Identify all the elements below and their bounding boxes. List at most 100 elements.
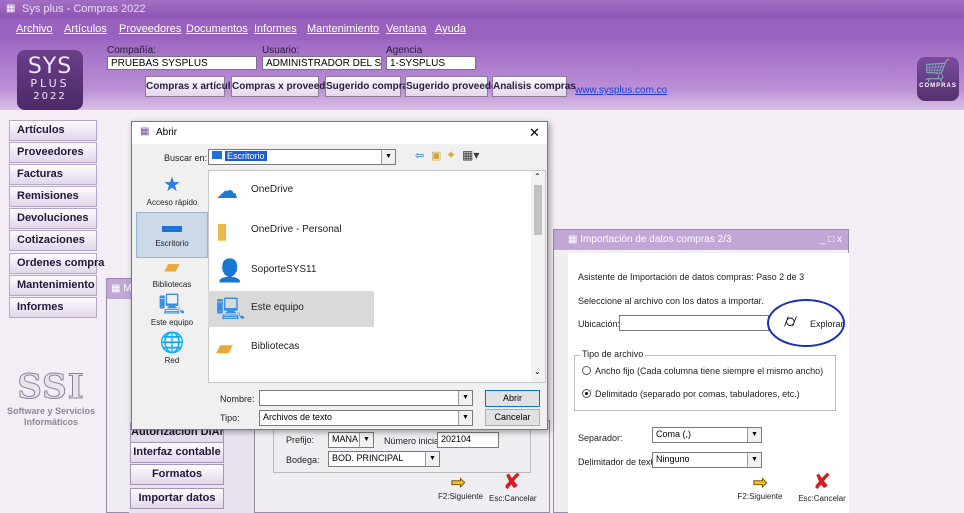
back-arrow-icon[interactable]: ⇦ xyxy=(415,149,424,162)
sidebar-item-mantenimiento[interactable]: Mantenimiento xyxy=(9,275,97,296)
company-field[interactable]: PRUEBAS SYSPLUS xyxy=(107,56,257,70)
menu-ayuda[interactable]: Ayuda xyxy=(435,23,466,35)
delimited-radio[interactable] xyxy=(582,389,591,398)
user-field[interactable]: ADMINISTRADOR DEL SISTEM. xyxy=(262,56,382,70)
agency-field[interactable]: 1-SYSPLUS xyxy=(386,56,476,70)
filename-label: Nombre: xyxy=(220,394,255,404)
menu-ventana[interactable]: Ventana xyxy=(386,23,426,35)
sidebar-item-informes[interactable]: Informes xyxy=(9,297,97,318)
text-delimiter-select[interactable]: Ninguno ▼ xyxy=(652,452,762,468)
website-link[interactable]: www.sysplus.com.co xyxy=(575,85,667,96)
cloud-icon: ☁ xyxy=(216,178,238,203)
menu-proveedores[interactable]: Proveedores xyxy=(119,23,181,35)
menu-informes[interactable]: Informes xyxy=(254,23,297,35)
place-network[interactable]: 🌐 Red xyxy=(136,330,208,376)
warehouse-label: Bodega: xyxy=(286,455,320,465)
filetype-select[interactable]: Archivos de texto ▼ xyxy=(259,410,473,426)
warehouse-select[interactable]: BOD. PRINCIPAL ▼ xyxy=(328,451,440,467)
compras-module-icon[interactable]: 🛒 COMPRAS xyxy=(917,57,959,101)
sidebar-item-devoluciones[interactable]: Devoluciones xyxy=(9,208,97,229)
menu-archivo[interactable]: Archivo xyxy=(16,23,53,35)
new-folder-icon[interactable]: ✦ xyxy=(446,148,456,162)
sugerido-proveedor-button[interactable]: Sugerido proveedor xyxy=(405,76,501,97)
filetype-label: Tipo: xyxy=(220,413,240,423)
app-icon: ▦ xyxy=(6,3,16,14)
filename-field[interactable]: ▼ xyxy=(259,390,473,406)
fixed-width-radio[interactable] xyxy=(582,366,591,375)
sidebar-item-remisiones[interactable]: Remisiones xyxy=(9,186,97,207)
importar-datos-button[interactable]: Importar datos xyxy=(130,488,224,509)
view-menu-icon[interactable]: ▦▾ xyxy=(462,148,479,162)
place-label: Bibliotecas xyxy=(152,280,192,289)
file-item-this-pc[interactable]: 🖳 Este equipo xyxy=(208,291,374,327)
prefix-select[interactable]: MANA ▼ xyxy=(328,432,374,448)
compras-module-label: COMPRAS xyxy=(919,83,957,90)
compras-x-proveedor-button[interactable]: Compras x proveedor xyxy=(231,76,335,97)
filetype-value: Archivos de texto xyxy=(263,412,333,422)
file-item-onedrive[interactable]: ☁ OneDrive xyxy=(208,173,374,209)
menu-mantenimiento[interactable]: Mantenimiento xyxy=(307,23,379,35)
ssi-tagline-1: Software y Servicios xyxy=(6,406,96,417)
library-folder-icon: ▰ xyxy=(216,335,233,360)
sidebar-item-articulos[interactable]: Artículos xyxy=(9,120,97,141)
app-icon: ▦ xyxy=(140,126,150,137)
initial-number-field[interactable]: 202104 xyxy=(437,432,499,448)
delimited-label: Delimitado (separado por comas, tabulado… xyxy=(595,389,800,399)
close-icon[interactable]: ✕ xyxy=(529,125,540,141)
radio-selected-dot xyxy=(585,392,588,395)
import-wizard-titlebar: ▦ Importación de datos compras 2/3 _ □ x xyxy=(554,230,848,250)
formatos-button[interactable]: Formatos xyxy=(130,464,224,485)
open-button[interactable]: Abrir xyxy=(485,390,540,407)
sidebar-item-cotizaciones[interactable]: Cotizaciones xyxy=(9,230,97,251)
menu-documentos[interactable]: Documentos xyxy=(186,23,248,35)
logo-line2: PLUS xyxy=(30,77,70,90)
cancel-x-icon: ✘ xyxy=(502,470,522,495)
ssi-tagline-2: Informáticos xyxy=(23,416,78,427)
sysplus-logo: SYS PLUS 2022 xyxy=(17,50,83,110)
arrow-right-icon: ➡ xyxy=(450,473,466,492)
prefix-value: MANA xyxy=(332,434,359,444)
lookin-select[interactable]: Escritorio ▼ xyxy=(208,149,396,165)
wizard-cancel-button[interactable]: ✘ Esc:Cancelar xyxy=(797,472,847,511)
wizard-next-button[interactable]: ➡ F2:Siguiente xyxy=(737,474,783,511)
file-item-label: OneDrive - Personal xyxy=(251,224,342,235)
chevron-down-icon: ⌄ xyxy=(534,367,541,376)
agency-label: Agencia xyxy=(386,45,423,56)
desktop-icon xyxy=(212,151,222,159)
sidebar-item-facturas[interactable]: Facturas xyxy=(9,164,97,185)
compras-x-articulo-button[interactable]: Compras x artículo xyxy=(145,76,237,97)
file-item-soportesys11[interactable]: 👤 SoporteSYS11 xyxy=(208,253,374,289)
file-type-legend: Tipo de archivo xyxy=(580,349,646,359)
analisis-compras-button[interactable]: Analisis compras xyxy=(492,76,576,97)
chevron-down-icon: ▼ xyxy=(359,433,373,447)
initial-number-label: Número inicial: xyxy=(384,436,444,446)
place-desktop[interactable]: ▬ Escritorio xyxy=(136,212,208,258)
separator-select[interactable]: Coma (,) ▼ xyxy=(652,427,762,443)
menu-articulos[interactable]: Artículos xyxy=(64,23,107,35)
file-item-libraries[interactable]: ▰ Bibliotecas xyxy=(208,330,374,366)
place-label: Escritorio xyxy=(155,239,189,248)
interfaz-contable-button[interactable]: Interfaz contable xyxy=(130,442,224,463)
sidebar-item-proveedores[interactable]: Proveedores xyxy=(9,142,97,163)
dialog-cancel-button[interactable]: Cancelar xyxy=(485,409,540,426)
explore-button[interactable]: ⌭ Explorar xyxy=(781,311,844,335)
dialog-title: Abrir xyxy=(156,127,178,138)
up-folder-icon[interactable]: ▣ xyxy=(431,149,441,162)
scrollbar-thumb[interactable] xyxy=(534,185,542,235)
sidebar-item-ordenes-compra[interactable]: Ordenes compra xyxy=(9,253,104,274)
file-item-onedrive-personal[interactable]: ▮ OneDrive - Personal xyxy=(208,213,374,249)
scrollbar[interactable]: ⌃ ⌄ xyxy=(531,171,545,382)
warehouse-value: BOD. PRINCIPAL xyxy=(332,453,404,463)
menu-bar: Archivo Artículos Proveedores Documentos… xyxy=(0,18,964,40)
logo-line1: SYS xyxy=(27,54,73,79)
location-field[interactable] xyxy=(619,315,769,331)
user-folder-icon: 👤 xyxy=(216,258,244,283)
sugerido-compras-button[interactable]: Sugerido compras xyxy=(325,76,414,97)
window-icon: ▦ xyxy=(568,234,581,245)
file-item-label: Bibliotecas xyxy=(251,341,300,352)
cancel-button[interactable]: ✘ Esc:Cancelar xyxy=(489,470,537,510)
wizard-instruction: Seleccione al archivo con los datos a im… xyxy=(578,296,764,306)
folder-icon: ▮ xyxy=(216,218,229,243)
window-controls[interactable]: _ □ x xyxy=(820,234,842,245)
next-button[interactable]: ➡ F2:Siguiente xyxy=(438,473,483,510)
